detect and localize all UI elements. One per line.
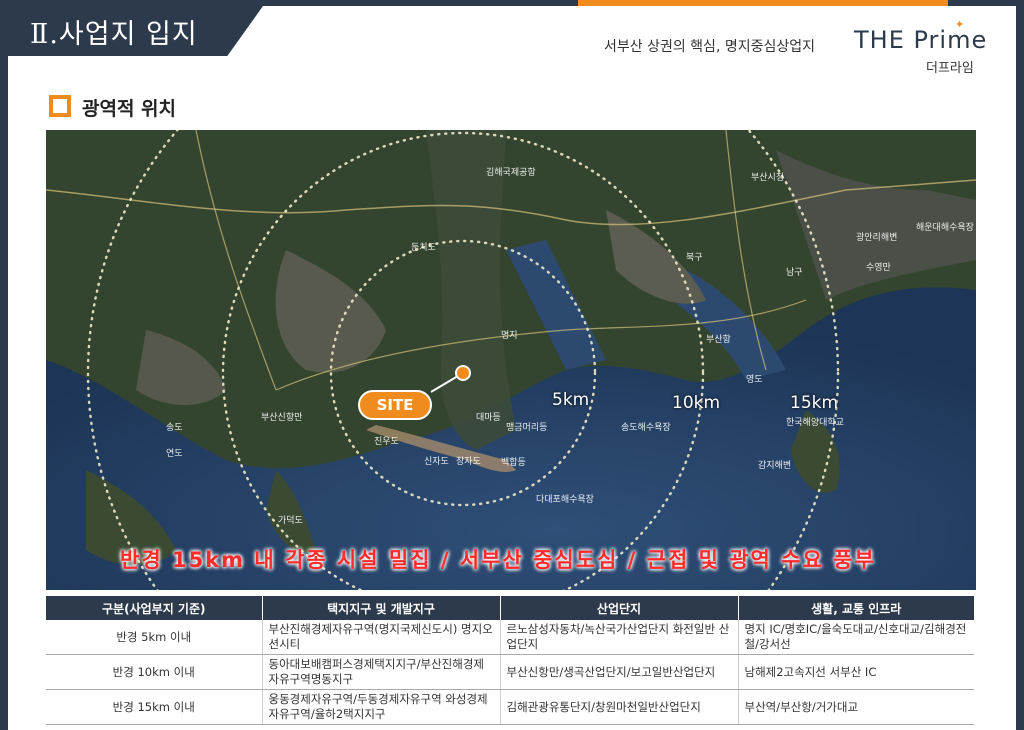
map-label: 송도해수욕장 [621, 422, 671, 433]
infra-cell: 남해제2고속지선 서부산 IC [737, 654, 974, 690]
frame-left [0, 0, 8, 730]
ring-label-5km: 5km [552, 390, 590, 410]
site-marker-label: SITE [358, 390, 432, 420]
map-graphic: 부산시청 김해국제공항 둔치도 명지 진우도 신자도 장자도 대마등 맹금머리등… [46, 130, 976, 590]
infra-cell: 명지 IC/명호IC/을숙도대교/신호대교/김해경전철/강서선 [737, 620, 974, 655]
map-label: 한국해양대학교 [786, 417, 844, 428]
table-header: 생활, 교통 인프라 [737, 596, 974, 620]
industrial-cell: 김해관광유통단지/창원마천일반산업단지 [499, 689, 738, 725]
sub-heading: 광역적 위치 [82, 98, 177, 120]
map-label: 백합등 [501, 457, 526, 468]
map-label: 남구 [786, 267, 803, 278]
development-cell: 부산진해경제자유구역(명지국제신도시) 명지오션시티 [261, 620, 500, 655]
map-label: 연도 [166, 448, 183, 459]
row-label: 반경 5km 이내 [46, 620, 262, 655]
satellite-map: 부산시청 김해국제공항 둔치도 명지 진우도 신자도 장자도 대마등 맹금머리등… [46, 130, 976, 590]
map-label: 감지해변 [758, 459, 791, 471]
map-label: 부산시청 [751, 172, 784, 183]
accent-bar [578, 0, 948, 6]
table-row: 반경 10km 이내 동아대보배캠퍼스경제택지지구/부산진해경제자유구역명동지구… [46, 654, 974, 690]
map-label: 수영만 [866, 262, 891, 273]
table-header: 산업단지 [499, 596, 738, 620]
table-header: 구분(사업부지 기준) [46, 596, 262, 620]
map-label: 맹금머리등 [506, 422, 547, 433]
table-header: 택지지구 및 개발지구 [261, 596, 500, 620]
development-cell: 동아대보배캠퍼스경제택지지구/부산진해경제자유구역명동지구 [261, 654, 500, 690]
map-label: 대마등 [476, 412, 501, 423]
brand-star-icon: ✦ [955, 18, 965, 31]
page: Ⅱ.사업지 입지 서부산 상권의 핵심, 명지중심상업지 THE Prime ✦… [0, 0, 1024, 730]
map-label: 해운대해수욕장 [916, 222, 974, 233]
map-label: 명지 [501, 330, 518, 341]
ring-label-15km: 15km [790, 393, 839, 413]
map-label: 광안리해변 [856, 231, 897, 243]
map-label: 영도 [746, 374, 763, 385]
map-label: 장자도 [456, 456, 481, 467]
table-row: 반경 15km 이내 웅동경제자유구역/두동경제자유구역 와성경제자유구역/율하… [46, 689, 974, 725]
ring-label-10km: 10km [672, 393, 721, 413]
map-label: 부산항 [706, 334, 731, 345]
map-label: 북구 [686, 252, 703, 263]
map-label: 가덕도 [278, 515, 303, 526]
frame-right [1016, 0, 1024, 730]
map-banner: 반경 15km 내 각종 시설 밀집 / 서부산 중심도심 / 근접 및 광역 … [120, 548, 876, 572]
map-label: 김해국제공항 [486, 166, 536, 178]
table-header-row: 구분(사업부지 기준) 택지지구 및 개발지구 산업단지 생활, 교통 인프라 [46, 596, 974, 620]
industrial-cell: 부산신항만/생곡산업단지/보고일반산업단지 [499, 654, 738, 690]
map-label: 송도 [166, 422, 183, 433]
map-label: 신자도 [424, 456, 449, 467]
row-label: 반경 10km 이내 [46, 654, 262, 690]
map-label: 부산신항만 [261, 412, 302, 423]
map-label: 둔치도 [411, 241, 436, 253]
industrial-cell: 르노삼성자동차/녹산국가산업단지 화전일반 산업단지 [499, 620, 738, 655]
map-label: 다대포해수욕장 [536, 494, 594, 505]
row-label: 반경 15km 이내 [46, 689, 262, 725]
brand-name-korean: 더프라임 [926, 61, 974, 76]
brand-logo: THE Prime [854, 26, 988, 54]
infra-cell: 부산역/부산항/거가대교 [737, 689, 974, 725]
tagline: 서부산 상권의 핵심, 명지중심상업지 [604, 39, 815, 55]
development-cell: 웅동경제자유구역/두동경제자유구역 와성경제자유구역/율하2택지지구 [261, 689, 500, 725]
map-label: 진우도 [374, 436, 399, 447]
table-row: 반경 5km 이내 부산진해경제자유구역(명지국제신도시) 명지오션시티 르노삼… [46, 620, 974, 655]
section-title: Ⅱ.사업지 입지 [30, 19, 198, 50]
square-bullet-icon [49, 95, 71, 117]
location-info-table: 구분(사업부지 기준) 택지지구 및 개발지구 산업단지 생활, 교통 인프라 … [46, 596, 974, 725]
